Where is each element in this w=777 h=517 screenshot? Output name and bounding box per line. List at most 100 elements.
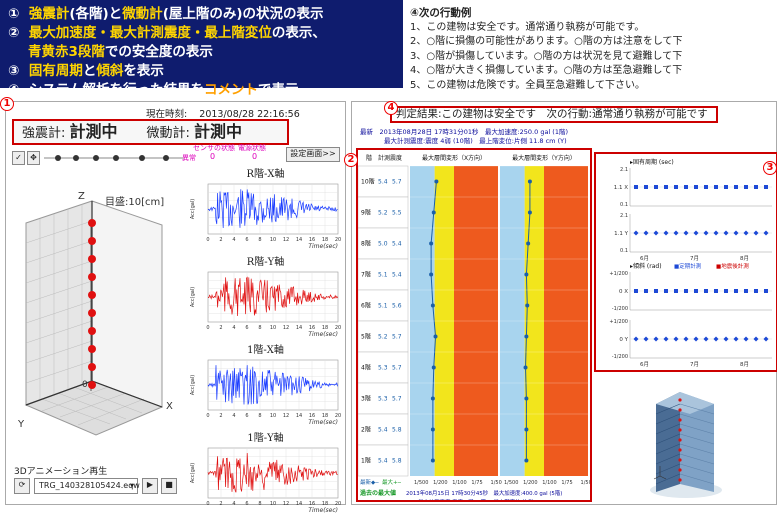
wave-xtick: 6: [245, 237, 248, 243]
callout-marker-1: 1: [0, 97, 14, 111]
building-image: [650, 392, 722, 498]
floor-label: 9階: [361, 209, 371, 217]
scale-tick: 1/75: [561, 480, 572, 486]
legend-row-2: ② 最大加速度・最大計測震度・最上階変位の表示、: [8, 25, 326, 41]
axis-y: Y: [17, 419, 25, 430]
view-sliders[interactable]: [44, 151, 184, 165]
check-button[interactable]: ✓: [12, 151, 25, 165]
trend-marker: [743, 230, 749, 236]
trend-svg: ▸固有周期 (sec)2.11.1 X0.12.11.1 Y0.16月 7月 8月▸…: [609, 158, 772, 368]
callout-marker-2: 2: [344, 153, 358, 167]
trend-marker: [733, 230, 739, 236]
wave-xtick: 0: [206, 501, 209, 507]
scale-tick: 1/50: [581, 480, 590, 486]
settings-button[interactable]: 設定画面>>: [286, 147, 340, 162]
trend-month: 8月: [740, 255, 749, 262]
wave-xtick: 0: [206, 325, 209, 331]
trend-ymax: +1/200: [609, 319, 628, 325]
trend-month: 6月: [640, 255, 649, 262]
refresh-button[interactable]: ⟳: [14, 478, 30, 494]
trend-marker: [664, 185, 668, 189]
scale-tick: 1/200: [523, 480, 537, 486]
trend-ymin: 0.1: [620, 248, 628, 254]
trend-marker: [753, 336, 759, 342]
play-button[interactable]: ▶: [142, 478, 158, 494]
wave-xtick: 4: [232, 325, 235, 331]
trend-marker: [754, 185, 758, 189]
move-button[interactable]: ✥: [27, 151, 40, 165]
legend-row-2b: 青黄赤3段階での安全度の表示: [28, 44, 213, 60]
abnormal-label: 異常: [182, 154, 196, 162]
chevron-down-icon: ▾: [129, 481, 134, 490]
stop-button[interactable]: ■: [161, 478, 177, 494]
trend-marker: [704, 289, 708, 293]
wave-xlabel: Time(sec): [308, 331, 338, 338]
trend-marker: [764, 289, 768, 293]
trend-ymid: 1.1 Y: [614, 231, 628, 237]
trend-marker: [643, 336, 649, 342]
wave-xtick: 6: [245, 325, 248, 331]
scale-tick: 1/50: [491, 480, 502, 486]
floor-label: 1階: [361, 457, 371, 465]
trend-marker: [633, 230, 639, 236]
wave-xtick: 6: [245, 413, 248, 419]
action-examples: ④次の行動例 1、この建物は安全です。通常通り執務が可能です。 2、○階に損傷の…: [410, 6, 777, 93]
wave-xtick: 4: [232, 237, 235, 243]
legend-row-4: ④ システム解析を行った結果をコメントで表示: [8, 82, 299, 98]
trend-marker: [763, 336, 769, 342]
analysis-panel: 判定結果:この建物は安全です 次の行動:通常通り執務が可能です 最新 2013年…: [351, 101, 777, 506]
trend-marker: [654, 185, 658, 189]
strong-motion-label: 強震計:: [22, 126, 66, 141]
wave-ylabel: Acc(gal): [190, 199, 196, 219]
sensor-panel: 現在時刻: 2013/08/28 22:16:56 強震計: 計測中 微動計: …: [5, 101, 346, 514]
trend-marker: [673, 230, 679, 236]
floor-label: 2階: [361, 426, 371, 434]
wave-ylabel: Acc(gal): [190, 463, 196, 483]
wave-ylabel: Acc(gal): [190, 287, 196, 307]
inst-value-b: 5.7: [392, 334, 402, 341]
trend-legend-post: ■地震後計測: [716, 262, 749, 270]
scale-tick: 1/500: [504, 480, 518, 486]
past-label: 過去の最大値: [359, 489, 396, 497]
trend-marker: [663, 336, 669, 342]
trend-marker: [723, 336, 729, 342]
wave-xtick: 2: [219, 325, 222, 331]
trend-marker: [674, 289, 678, 293]
animation-label: 3Dアニメーション再生: [14, 467, 108, 477]
wave-xtick: 8: [258, 237, 261, 243]
floor-label: 7階: [361, 271, 371, 279]
trend-marker: [724, 289, 728, 293]
trend-marker: [753, 230, 759, 236]
trend-month: 6月: [640, 361, 649, 368]
trend-marker: [673, 336, 679, 342]
trend-marker: [734, 289, 738, 293]
inst-value-b: 5.6: [392, 303, 402, 310]
wave-xtick: 10: [270, 413, 276, 419]
scale-tick: 1/75: [471, 480, 482, 486]
trend-ymin: -1/200: [612, 306, 628, 312]
sensor-state-value: 0: [210, 152, 216, 161]
building-3d-view: Z X Y 0 目盛:10[cm]: [12, 191, 182, 451]
legend-latest: 最新◆─: [360, 478, 379, 486]
judgement-result: 判定結果:この建物は安全です 次の行動:通常通り執務が可能です: [390, 106, 718, 123]
trend-marker: [703, 336, 709, 342]
scale-label: 目盛:10[cm]: [105, 195, 164, 208]
trend-charts: ▸固有周期 (sec) 2.1 1.1 X 0.1 2.1 1.1 Y 0.1 6月 7月 8月 ▸…: [594, 152, 777, 372]
inst-value-a: 5.2: [378, 334, 388, 341]
file-select[interactable]: TRG_140328105424.eqw ▾: [34, 478, 140, 494]
trend-ymin: 0.1: [620, 202, 628, 208]
strong-motion-status: 計測中: [69, 122, 118, 141]
wave-xtick: 0: [206, 237, 209, 243]
axis-x: X: [166, 401, 173, 412]
trend-marker: [653, 230, 659, 236]
latest-line-2: 最大計測震度:震度 4弱 (10階) 最上階変位:片側 11.8 cm (Y): [384, 137, 567, 145]
wave-xlabel: Time(sec): [308, 243, 338, 250]
legend-max: 最大+─: [382, 478, 402, 486]
wave-svg: 0 2 4 6 8 10 12 14 16 18 20Time(sec)Acc(gal): [190, 183, 341, 250]
trend-marker: [694, 185, 698, 189]
action-examples-header: ④次の行動例: [410, 7, 472, 19]
drift-header: 最大層間変形（Y方向）: [512, 154, 576, 162]
inst-value-a: 5.1: [378, 272, 388, 279]
wave-title: 1階-Y軸: [247, 433, 284, 444]
floor-label: 3階: [361, 395, 371, 403]
